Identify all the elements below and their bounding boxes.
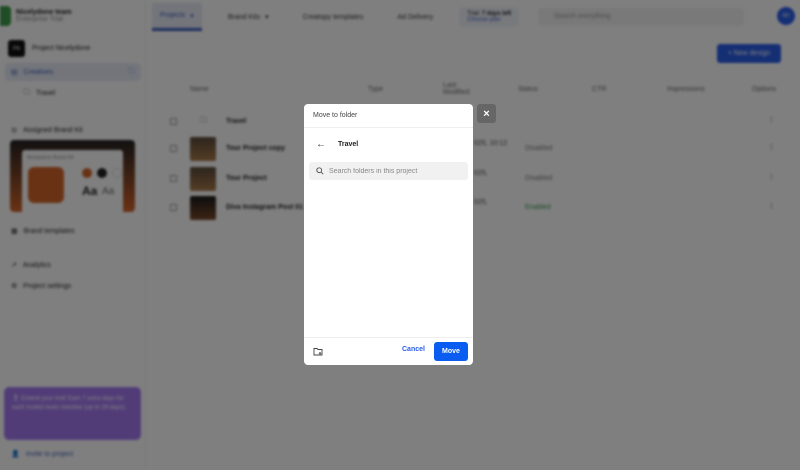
dialog-footer: Cancel Move [304, 337, 473, 365]
cancel-button[interactable]: Cancel [402, 346, 425, 353]
folder-search-field[interactable] [309, 162, 468, 180]
folder-search-input[interactable] [329, 167, 459, 175]
search-icon [316, 167, 324, 175]
close-dialog-button[interactable]: × [477, 104, 496, 123]
current-folder: Travel [338, 141, 359, 148]
dialog-title: Move to folder [304, 104, 473, 128]
move-button[interactable]: Move [434, 342, 468, 361]
back-arrow-icon[interactable]: ← [316, 139, 326, 150]
move-to-folder-dialog: Move to folder ← Travel Cancel Move [304, 104, 473, 365]
new-folder-icon[interactable] [313, 347, 323, 356]
